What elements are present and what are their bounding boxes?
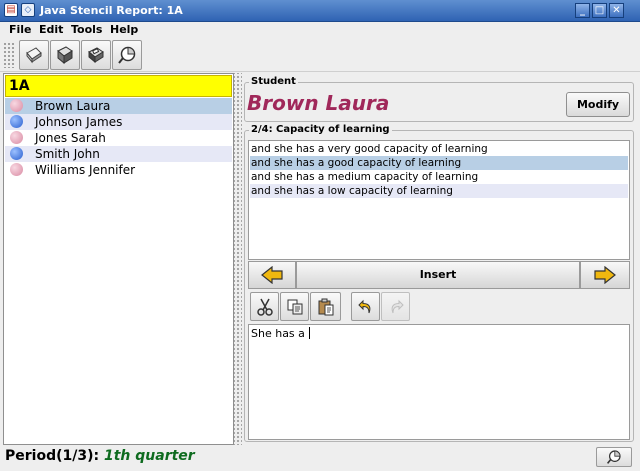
student-item-johnson-james[interactable]: Johnson James: [5, 114, 232, 130]
student-name: Williams Jennifer: [35, 163, 136, 177]
female-student-icon: [10, 99, 23, 112]
student-name: Johnson James: [35, 115, 123, 129]
report-text-area[interactable]: She has a: [248, 324, 630, 440]
copy-icon: [287, 299, 302, 314]
toolbar: [0, 39, 640, 72]
paste-icon: [318, 298, 333, 315]
student-group-legend: Student: [249, 76, 298, 87]
arrow-left-icon: [261, 266, 283, 284]
status-bar: Period(1/3): 1th quarter: [0, 445, 640, 471]
cut-button[interactable]: [250, 292, 279, 321]
male-student-icon: [10, 115, 23, 128]
period-value: 1/3: [62, 448, 88, 464]
student-item-brown-laura[interactable]: Brown Laura: [5, 98, 232, 114]
statistics-button[interactable]: [112, 40, 142, 70]
arrow-right-icon: [594, 266, 616, 284]
student-item-smith-john[interactable]: Smith John: [5, 146, 232, 162]
window-menu-icon[interactable]: ◇: [21, 3, 35, 17]
phrase-item[interactable]: and she has a very good capacity of lear…: [250, 142, 628, 156]
toolbar-grip[interactable]: [3, 42, 15, 68]
undo-button[interactable]: [351, 292, 380, 321]
copy-button[interactable]: [280, 292, 309, 321]
period-close-paren: ):: [87, 448, 100, 464]
male-student-icon: [10, 147, 23, 160]
app-logo-icon: ▤: [4, 3, 18, 17]
undo-icon: [357, 299, 370, 313]
female-student-icon: [10, 163, 23, 176]
phrase-navigation: Insert: [248, 261, 630, 289]
selected-student-name: Brown Laura: [247, 91, 390, 115]
paste-button[interactable]: [310, 292, 341, 321]
panel-splitter[interactable]: [234, 73, 242, 445]
phrase-group-legend: 2/4: Capacity of learning: [249, 124, 392, 135]
menu-file[interactable]: File: [9, 23, 32, 36]
save-disk-icon: [88, 47, 104, 64]
edit-toolbar: [248, 291, 630, 323]
minimize-button[interactable]: _: [575, 3, 590, 18]
student-name: Brown Laura: [35, 99, 111, 113]
period-label: Period: [5, 448, 57, 464]
previous-button[interactable]: [248, 261, 296, 289]
period-indicator: Period(1/3): 1th quarter: [5, 448, 195, 464]
report-editor-panel: Student Brown Laura Modify 2/4: Capacity…: [242, 73, 638, 445]
modify-button[interactable]: Modify: [566, 92, 630, 117]
new-document-button[interactable]: [19, 40, 49, 70]
class-title[interactable]: 1A: [5, 75, 232, 97]
phrase-item[interactable]: and she has a medium capacity of learnin…: [250, 170, 628, 184]
quarter-label: 1th quarter: [104, 448, 195, 464]
window-title: Java Stencil Report: 1A: [40, 4, 183, 17]
student-name: Jones Sarah: [35, 131, 106, 145]
menu-edit[interactable]: Edit: [39, 23, 63, 36]
chart-pie-icon: [606, 450, 621, 464]
maximize-button[interactable]: □: [592, 3, 607, 18]
female-student-icon: [10, 131, 23, 144]
open-documents-icon: [57, 46, 73, 65]
chart-pie-icon: [118, 46, 136, 64]
cut-icon: [256, 298, 273, 316]
phrase-item-selected[interactable]: and she has a good capacity of learning: [250, 156, 628, 170]
title-bar: ▤ ◇ Java Stencil Report: 1A _ □ ✕: [0, 0, 640, 22]
class-roster-panel: 1A Brown Laura Johnson James Jones Sarah…: [3, 73, 234, 445]
text-caret: [308, 327, 310, 339]
next-button[interactable]: [580, 261, 630, 289]
open-documents-button[interactable]: [50, 40, 80, 70]
insert-button[interactable]: Insert: [296, 261, 580, 289]
redo-button[interactable]: [381, 292, 410, 321]
new-document-icon: [26, 47, 42, 64]
menu-help[interactable]: Help: [110, 23, 138, 36]
save-button[interactable]: [81, 40, 111, 70]
redo-icon: [391, 299, 404, 313]
student-item-jones-sarah[interactable]: Jones Sarah: [5, 130, 232, 146]
student-item-williams-jennifer[interactable]: Williams Jennifer: [5, 162, 232, 178]
report-text: She has a: [251, 327, 305, 340]
phrase-item[interactable]: and she has a low capacity of learning: [250, 184, 628, 198]
menu-bar: File Edit Tools Help: [0, 22, 640, 39]
phrase-list: and she has a very good capacity of lear…: [248, 140, 630, 260]
close-button[interactable]: ✕: [609, 3, 624, 18]
statistics-status-button[interactable]: [596, 447, 632, 467]
student-name: Smith John: [35, 147, 100, 161]
menu-tools[interactable]: Tools: [71, 23, 102, 36]
